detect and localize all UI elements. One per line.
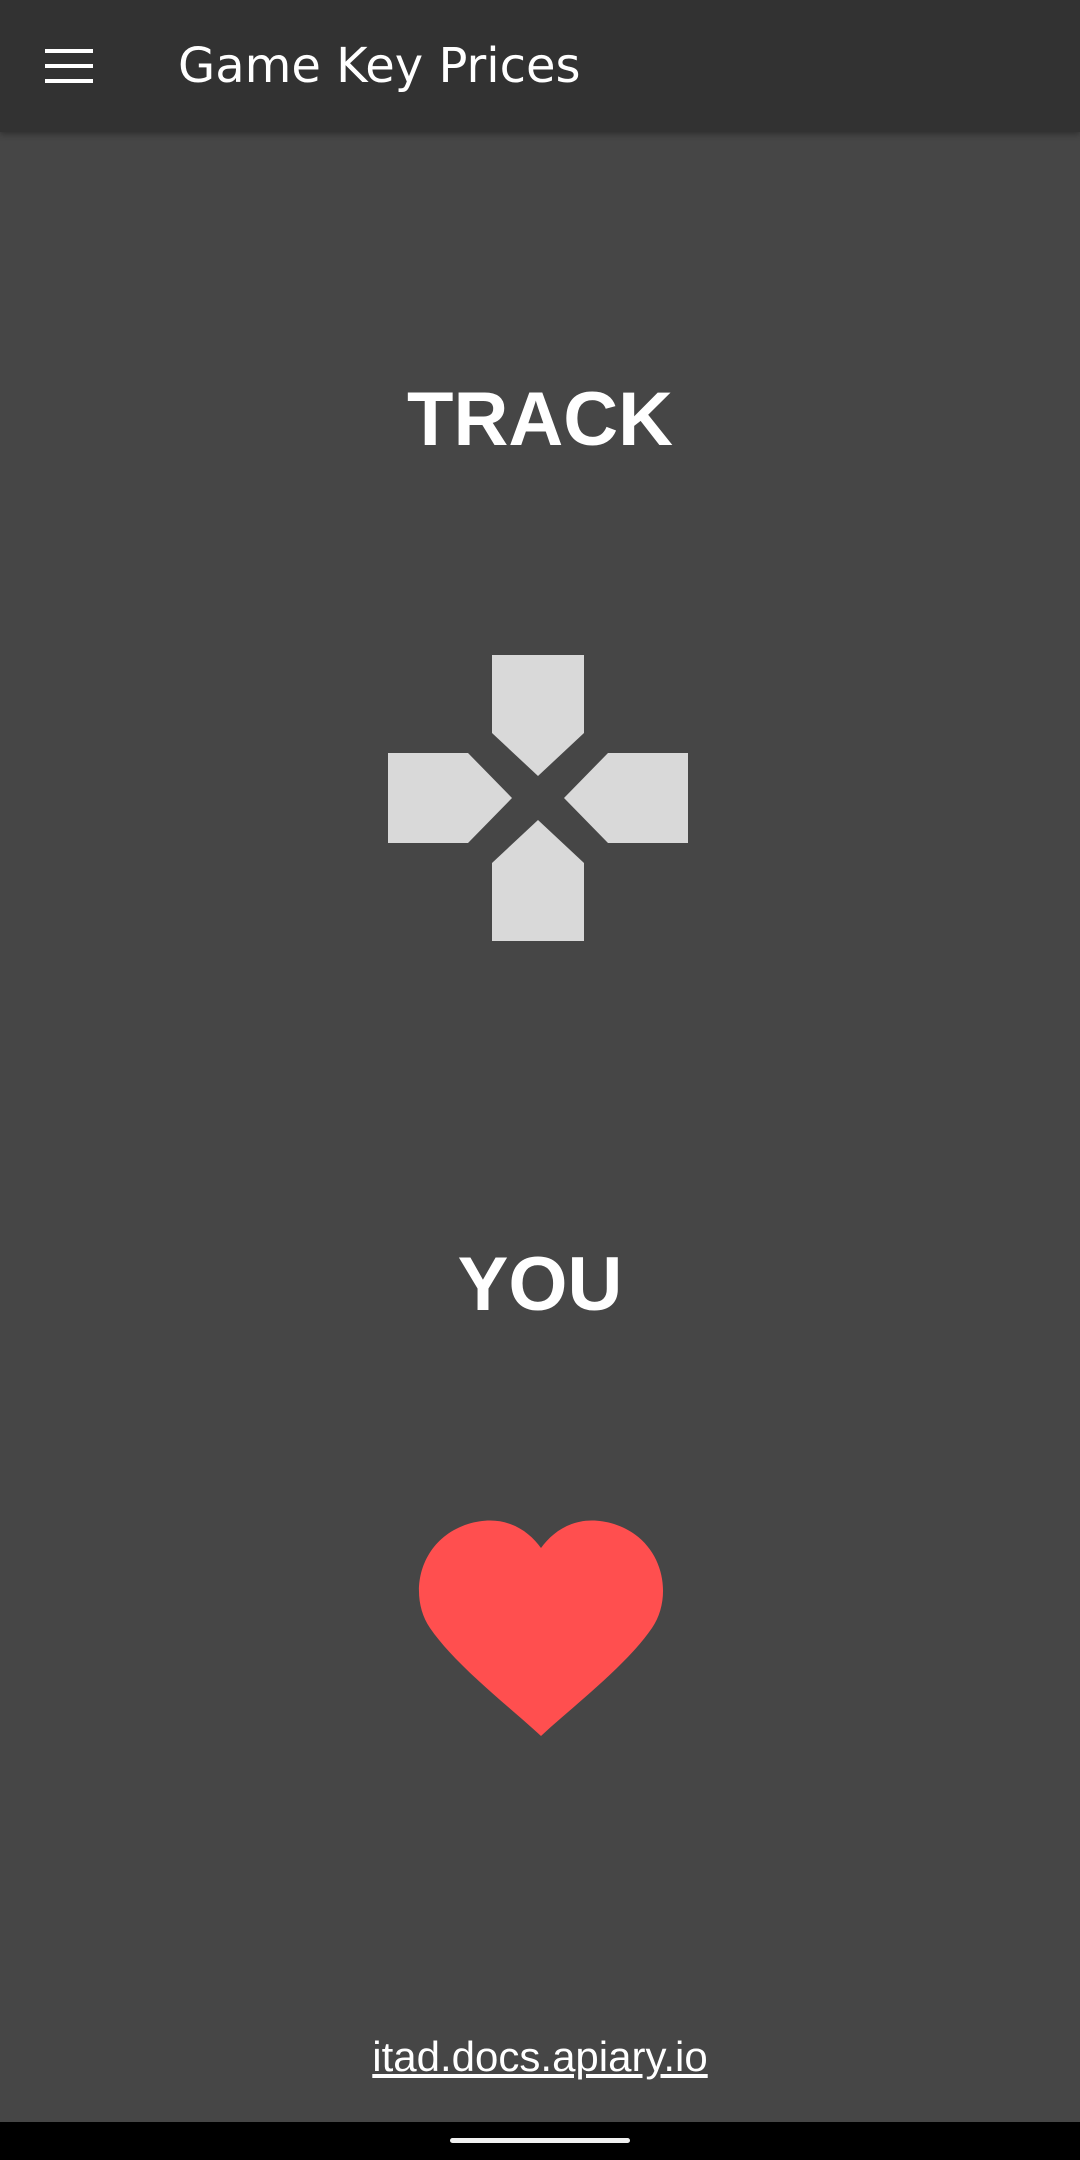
hamburger-menu-icon xyxy=(45,49,93,83)
heart-icon xyxy=(418,1520,664,1736)
system-nav-bar xyxy=(0,2122,1080,2160)
screen: Game Key Prices TRACK YOU itad.docs.apia… xyxy=(0,0,1080,2160)
app-bar: Game Key Prices xyxy=(0,0,1080,132)
gamepad-dpad-icon xyxy=(388,655,688,941)
headline-you: YOU xyxy=(457,1242,623,1327)
app-title: Game Key Prices xyxy=(178,38,581,94)
headline-track: TRACK xyxy=(407,377,673,462)
menu-button[interactable] xyxy=(22,22,116,110)
itad-docs-link[interactable]: itad.docs.apiary.io xyxy=(0,2025,1080,2089)
home-indicator[interactable] xyxy=(450,2138,630,2143)
